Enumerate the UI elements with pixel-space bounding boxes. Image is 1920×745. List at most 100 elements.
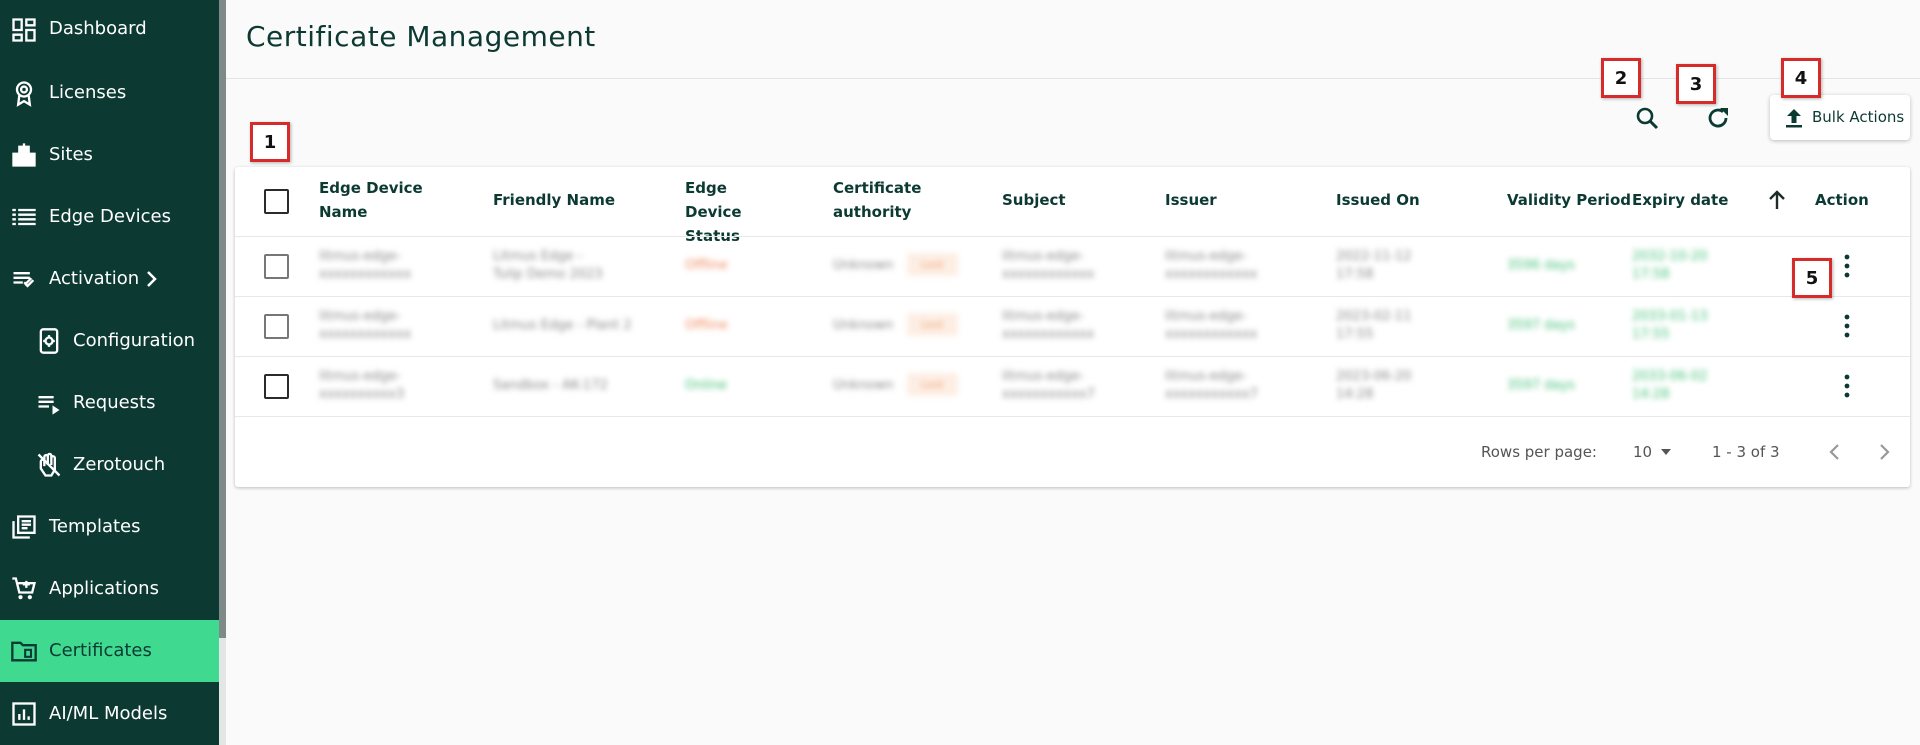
row-divider — [235, 356, 1910, 357]
row-divider — [235, 236, 1910, 237]
ca-badge: Lest — [907, 313, 958, 336]
ca-badge: Lest — [907, 253, 958, 276]
sidebar-item-label: Templates — [49, 516, 141, 537]
cell-issued-on: 2023-06-20 14:28 — [1336, 369, 1412, 402]
edge-devices-icon — [12, 208, 36, 226]
sidebar-item-zerotouch[interactable]: Zerotouch — [0, 434, 219, 496]
sidebar-item-label: AI/ML Models — [49, 703, 168, 724]
sort-arrow-up-icon[interactable] — [1765, 188, 1789, 212]
more-vert-icon[interactable] — [1835, 371, 1859, 401]
cell-friendly-name: Litmus Edge - Tulip Demo 2023 — [493, 249, 603, 282]
chevron-right-icon — [147, 271, 157, 287]
sidebar-item-dashboard[interactable]: Dashboard — [0, 0, 219, 62]
more-vert-icon[interactable] — [1835, 311, 1859, 341]
rows-per-page-value: 10 — [1633, 443, 1653, 461]
page-title: Certificate Management — [246, 20, 596, 53]
scrollbar-thumb[interactable] — [219, 638, 226, 745]
cell-issuer: litmus-edge-xxxxxxxxxxxx — [1165, 309, 1258, 342]
row-divider — [235, 296, 1910, 297]
refresh-button[interactable] — [1698, 98, 1738, 138]
row-checkbox[interactable] — [264, 314, 289, 339]
sidebar-item-label: Requests — [73, 392, 156, 413]
search-button[interactable] — [1627, 98, 1667, 138]
certificates-table: Edge Device Name Friendly Name Edge Devi… — [235, 167, 1910, 487]
cell-certificate-authority: Unknown — [833, 318, 894, 333]
cell-edge-device-name: litmus-edge-xxxxxxxxxx3 — [319, 369, 405, 402]
sidebar-item-requests[interactable]: Requests — [0, 372, 219, 434]
column-header-validity-period[interactable]: Validity Period — [1507, 188, 1631, 212]
callout-marker: 5 — [1792, 258, 1832, 298]
column-header-issuer[interactable]: Issuer — [1165, 188, 1217, 212]
callout-marker: 2 — [1601, 58, 1641, 98]
cell-status: Offline — [685, 318, 728, 333]
column-header-certificate-authority[interactable]: Certificate authority — [833, 176, 923, 224]
sidebar-item-configuration[interactable]: Configuration — [0, 310, 219, 372]
cell-issuer: litmus-edge-xxxxxxxxxxxx — [1165, 249, 1258, 282]
dropdown-arrow-icon — [1661, 449, 1671, 455]
rows-per-page-label: Rows per page: — [1481, 443, 1597, 461]
license-icon — [15, 81, 33, 107]
upload-icon — [1786, 109, 1802, 128]
activation-icon — [13, 272, 35, 288]
sidebar-item-label: Sites — [49, 144, 93, 165]
refresh-icon — [1708, 108, 1728, 128]
callout-marker: 3 — [1676, 64, 1716, 104]
sidebar-item-aiml-models[interactable]: AI/ML Models — [0, 683, 219, 745]
column-header-expiry-date[interactable]: Expiry date — [1632, 188, 1728, 212]
sidebar-item-edge-devices[interactable]: Edge Devices — [0, 186, 219, 248]
ca-badge: Lest — [907, 373, 958, 396]
more-vert-icon[interactable] — [1835, 251, 1859, 281]
sidebar-scrollbar[interactable] — [219, 0, 226, 745]
requests-icon — [38, 396, 60, 415]
dashboard-icon — [12, 18, 36, 42]
sidebar: Dashboard Licenses Sites Edge Devices Ac… — [0, 0, 219, 745]
select-all-checkbox[interactable] — [264, 189, 289, 214]
sidebar-item-label: Edge Devices — [49, 206, 171, 227]
cell-issuer: litmus-edge-xxxxxxxxxxx7 — [1165, 369, 1258, 402]
applications-icon — [12, 577, 36, 600]
cell-edge-device-name: litmus-edge-xxxxxxxxxxxx — [319, 249, 412, 282]
column-header-subject[interactable]: Subject — [1002, 188, 1066, 212]
cell-certificate-authority: Unknown — [833, 378, 894, 393]
cell-status: Offline — [685, 258, 728, 273]
column-header-issued-on[interactable]: Issued On — [1336, 188, 1420, 212]
cell-validity-period: 3597 days — [1507, 318, 1575, 333]
cell-expiry-date: 2032-10-20 17:58 — [1632, 249, 1708, 282]
sites-icon — [12, 143, 36, 167]
bulk-actions-label: Bulk Actions — [1812, 108, 1905, 126]
sidebar-item-applications[interactable]: Applications — [0, 558, 219, 620]
callout-marker: 1 — [250, 122, 290, 162]
rows-per-page-select[interactable]: 10 — [1633, 439, 1683, 465]
cell-expiry-date: 2033-06-02 14:28 — [1632, 369, 1708, 402]
cell-validity-period: 3596 days — [1507, 258, 1575, 273]
header-divider — [226, 78, 1920, 79]
sidebar-item-label: Dashboard — [49, 18, 147, 39]
cell-issued-on: 2022-11-12 17:58 — [1336, 249, 1412, 282]
row-divider — [235, 416, 1910, 417]
cell-subject: litmus-edge-xxxxxxxxxxx7 — [1002, 369, 1095, 402]
column-header-edge-device-name[interactable]: Edge Device Name — [319, 176, 439, 224]
cell-status: Online — [685, 378, 727, 393]
bulk-actions-button[interactable]: Bulk Actions — [1770, 95, 1910, 140]
row-checkbox[interactable] — [264, 374, 289, 399]
sidebar-item-sites[interactable]: Sites — [0, 124, 219, 186]
column-header-edge-device-status[interactable]: Edge Device Status — [685, 176, 785, 248]
sidebar-item-certificates[interactable]: Certificates — [0, 620, 219, 682]
column-header-friendly-name[interactable]: Friendly Name — [493, 188, 615, 212]
zerotouch-icon — [37, 452, 61, 477]
row-checkbox[interactable] — [264, 254, 289, 279]
callout-marker: 4 — [1781, 58, 1821, 98]
search-icon — [1636, 107, 1659, 130]
cell-subject: litmus-edge-xxxxxxxxxxxx — [1002, 309, 1095, 342]
chevron-right-icon[interactable] — [1869, 437, 1899, 467]
sidebar-item-templates[interactable]: Templates — [0, 496, 219, 558]
cell-issued-on: 2023-02-11 17:55 — [1336, 309, 1412, 342]
templates-icon — [12, 515, 36, 539]
cell-certificate-authority: Unknown — [833, 258, 894, 273]
configuration-icon — [39, 328, 59, 354]
chevron-left-icon[interactable] — [1820, 437, 1850, 467]
cell-friendly-name: Sandbox - AK-172 — [493, 378, 608, 393]
sidebar-item-label: Zerotouch — [73, 454, 166, 475]
sidebar-item-activation[interactable]: Activation — [0, 248, 219, 310]
sidebar-item-licenses[interactable]: Licenses — [0, 62, 219, 124]
